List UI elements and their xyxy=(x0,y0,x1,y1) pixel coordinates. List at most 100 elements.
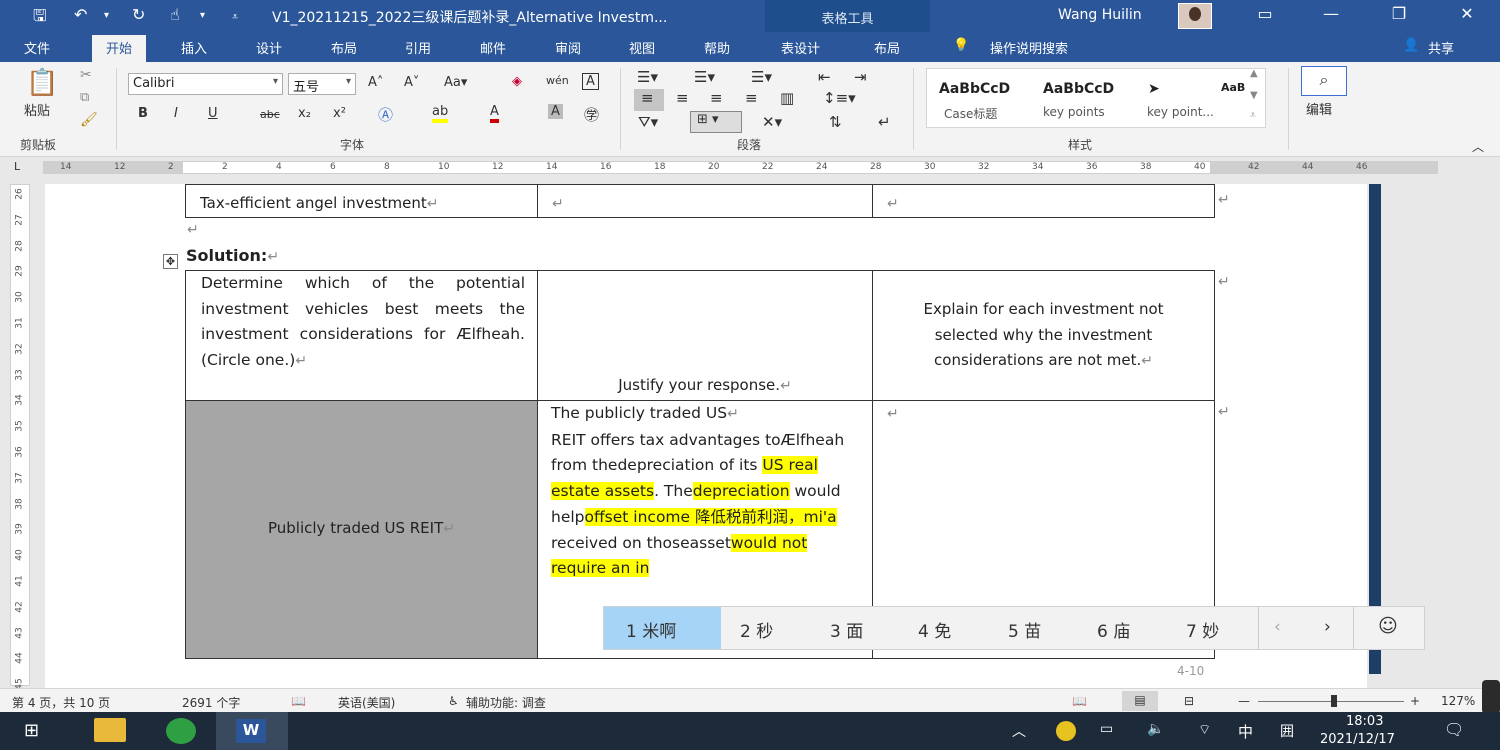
tab-review[interactable]: 审阅 xyxy=(555,38,581,57)
text-effects-icon[interactable]: Ⓐ xyxy=(378,104,393,125)
zoom-level[interactable]: 127% xyxy=(1441,694,1475,708)
minimize-icon[interactable]: — xyxy=(1316,4,1346,23)
restore-icon[interactable]: ❐ xyxy=(1384,4,1414,23)
tab-view[interactable]: 视图 xyxy=(629,38,655,57)
accessibility-status[interactable]: 辅助功能: 调查 xyxy=(466,694,546,711)
font-color-icon[interactable]: A xyxy=(490,104,499,123)
tab-insert[interactable]: 插入 xyxy=(181,38,207,57)
ime-candidate[interactable]: 4 免 xyxy=(918,617,951,642)
page-count[interactable]: 第 4 页，共 10 页 xyxy=(12,694,110,711)
notification-icon[interactable]: 🗨 xyxy=(1444,720,1464,739)
table-cell[interactable]: ↵ xyxy=(537,184,873,218)
table-cell-selected[interactable]: Publicly traded US REIT↵ xyxy=(185,400,538,659)
wifi-icon[interactable]: ⌔ xyxy=(1198,721,1211,739)
paste-button[interactable]: 粘贴 xyxy=(24,100,50,119)
multilevel-list-icon[interactable]: ☰▾ xyxy=(751,68,772,86)
ime-candidate[interactable]: 3 面 xyxy=(830,617,863,642)
align-center-icon[interactable]: ≡ xyxy=(676,89,689,107)
collapse-ribbon-icon[interactable]: ︿ xyxy=(1472,138,1484,155)
zoom-out-icon[interactable]: — xyxy=(1238,694,1250,708)
table-move-handle-icon[interactable]: ✥ xyxy=(163,254,178,269)
justify-icon[interactable]: ≡ xyxy=(745,89,758,107)
char-shading-icon[interactable]: A xyxy=(548,104,563,119)
chevron-down-icon[interactable]: ▾ xyxy=(200,10,205,21)
ime-candidate[interactable]: 7 妙 xyxy=(1186,617,1219,642)
align-left-icon[interactable]: ≡ xyxy=(634,89,664,111)
subscript-icon[interactable]: x₂ xyxy=(298,106,311,121)
tab-table-layout[interactable]: 布局 xyxy=(874,38,900,57)
style-item[interactable]: ➤ key point... xyxy=(1145,69,1245,127)
tab-table-design[interactable]: 表设计 xyxy=(781,38,820,57)
ime-candidate[interactable]: 6 庙 xyxy=(1097,617,1130,642)
find-icon[interactable]: ⌕ xyxy=(1301,66,1347,96)
redo-icon[interactable]: ↻ xyxy=(132,5,145,24)
highlight-icon[interactable]: ab xyxy=(432,104,449,123)
shrink-font-icon[interactable]: A˅ xyxy=(404,75,419,90)
styles-more-icon[interactable]: ⩡ xyxy=(1250,110,1256,121)
search-label[interactable]: 操作说明搜索 xyxy=(990,38,1068,57)
grow-font-icon[interactable]: A˄ xyxy=(368,75,383,90)
tab-stop-icon[interactable]: L xyxy=(14,160,20,173)
styles-scroll-down-icon[interactable]: ▼ xyxy=(1250,90,1258,101)
battery-icon[interactable]: ▭ xyxy=(1100,721,1113,737)
numbering-icon[interactable]: ☰▾ xyxy=(694,68,715,86)
touch-mode-icon[interactable]: ☝ xyxy=(170,5,180,24)
scroll-handle[interactable] xyxy=(1482,680,1500,714)
save-icon[interactable]: 🖫 xyxy=(33,5,47,32)
show-hidden-icons[interactable]: ︿ xyxy=(1012,721,1026,741)
line-spacing-icon[interactable]: ↕≡▾ xyxy=(823,89,856,107)
clear-format-icon[interactable]: ◈ xyxy=(512,74,522,89)
clock-time[interactable]: 18:03 xyxy=(1346,714,1383,729)
editing-button[interactable]: 编辑 xyxy=(1306,99,1332,118)
font-size-select[interactable]: 五号 xyxy=(288,73,356,95)
enclose-char-icon[interactable]: ㊫ xyxy=(584,104,599,125)
table-header-cell[interactable]: Determine which of the potential investm… xyxy=(185,270,538,401)
user-name[interactable]: Wang Huilin xyxy=(1058,7,1142,23)
tab-mailings[interactable]: 邮件 xyxy=(480,38,506,57)
italic-icon[interactable]: I xyxy=(174,106,178,121)
ime-layout-icon[interactable]: 囲 xyxy=(1280,721,1294,741)
style-sample[interactable]: AaB xyxy=(1221,81,1245,94)
table-cell[interactable]: Tax-efficient angel investment↵ xyxy=(185,184,538,218)
ribbon-display-icon[interactable]: ▭ xyxy=(1250,4,1280,23)
cut-icon[interactable]: ✂ xyxy=(80,67,92,83)
styles-scroll-up-icon[interactable]: ▲ xyxy=(1250,68,1258,79)
clock-date[interactable]: 2021/12/17 xyxy=(1320,732,1395,747)
zoom-in-icon[interactable]: + xyxy=(1410,694,1420,708)
ime-candidate[interactable]: 2 秒 xyxy=(740,617,773,642)
language-status[interactable]: 英语(美国) xyxy=(338,694,395,711)
ime-candidate[interactable]: 1 米啊 xyxy=(626,617,676,642)
print-layout-icon[interactable]: ▤ xyxy=(1122,691,1158,711)
tab-help[interactable]: 帮助 xyxy=(704,38,730,57)
bullets-icon[interactable]: ☰▾ xyxy=(637,68,658,86)
file-explorer-icon[interactable] xyxy=(94,718,126,742)
font-name-select[interactable]: Calibri xyxy=(128,73,283,95)
char-border-icon[interactable]: A xyxy=(582,73,599,90)
volume-icon[interactable]: 🔈 xyxy=(1147,721,1164,737)
tab-file[interactable]: 文件 xyxy=(24,38,50,57)
table-header-cell[interactable]: Justify your response.↵ xyxy=(537,270,873,401)
show-marks-icon[interactable]: ↵ xyxy=(878,113,891,131)
word-count[interactable]: 2691 个字 xyxy=(182,694,240,711)
tab-home[interactable]: 开始 xyxy=(92,35,147,62)
ime-candidate[interactable]: 5 苗 xyxy=(1008,617,1041,642)
chinese-layout-icon[interactable]: ✕▾ xyxy=(762,113,782,131)
table-header-cell[interactable]: Explain for each investment not selected… xyxy=(872,270,1215,401)
table-cell[interactable]: ↵ xyxy=(872,184,1215,218)
ime-next-icon[interactable]: › xyxy=(1324,617,1331,637)
tab-references[interactable]: 引用 xyxy=(405,38,431,57)
underline-icon[interactable]: U xyxy=(208,106,218,121)
sort-icon[interactable]: ⇅ xyxy=(829,113,842,131)
proofing-icon[interactable]: 📖 xyxy=(291,694,306,708)
strikethrough-icon[interactable]: abc xyxy=(260,108,280,121)
align-right-icon[interactable]: ≡ xyxy=(710,89,723,107)
style-item[interactable]: AaBbCcD key points xyxy=(1039,69,1139,127)
undo-icon[interactable]: ↶ xyxy=(74,5,87,24)
tray-app-icon[interactable] xyxy=(1056,721,1076,741)
close-icon[interactable]: ✕ xyxy=(1452,4,1482,23)
distributed-icon[interactable]: ▥ xyxy=(780,89,794,107)
zoom-slider-thumb[interactable] xyxy=(1331,695,1337,707)
increase-indent-icon[interactable]: ⇥ xyxy=(854,68,867,86)
share-button[interactable]: 共享 xyxy=(1428,38,1454,57)
ime-mode-indicator[interactable]: 中 xyxy=(1238,721,1253,742)
